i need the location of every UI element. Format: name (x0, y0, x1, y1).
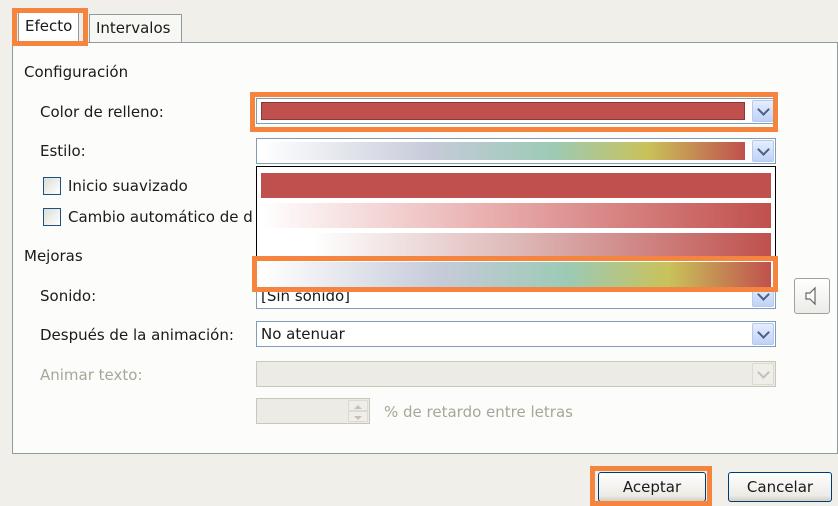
estilo-label: Estilo: (40, 142, 86, 160)
inicio-suavizado-label: Inicio suavizado (68, 177, 188, 195)
tab-intervalos[interactable]: Intervalos (89, 14, 182, 42)
style-option-solid[interactable] (261, 173, 771, 198)
chevron-down-icon (756, 365, 770, 379)
estilo-swatch (261, 142, 745, 160)
despues-animacion-dropdown-button[interactable] (752, 323, 774, 345)
estilo-dropdown-list (256, 166, 776, 290)
mejoras-group-label: Mejoras (24, 247, 91, 265)
animar-texto-combo (256, 361, 776, 387)
tab-efecto-label: Efecto (25, 17, 73, 35)
speaker-icon (805, 286, 816, 306)
chevron-down-icon (756, 142, 770, 156)
style-option-gradient-rainbow[interactable] (261, 262, 771, 287)
spin-up-icon (348, 400, 368, 411)
despues-animacion-value: No atenuar (261, 325, 345, 343)
chevron-down-icon (756, 102, 770, 116)
spin-down-icon (348, 411, 368, 422)
despues-animacion-combo[interactable]: No atenuar (256, 321, 776, 347)
animar-texto-label: Animar texto: (40, 366, 143, 384)
estilo-combo[interactable] (256, 138, 776, 164)
color-relleno-dropdown-button[interactable] (752, 100, 774, 122)
cancelar-button[interactable]: Cancelar (728, 472, 832, 502)
animar-texto-dropdown-button (752, 363, 774, 385)
sound-button[interactable] (794, 278, 830, 314)
cancelar-button-label: Cancelar (746, 478, 814, 496)
style-option-gradient-light[interactable] (261, 203, 771, 228)
retardo-label: % de retardo entre letras (384, 403, 573, 421)
sonido-label: Sonido: (40, 287, 97, 305)
style-option-gradient-white[interactable] (261, 233, 771, 258)
color-relleno-combo[interactable] (256, 98, 776, 124)
aceptar-button-label: Aceptar (622, 478, 682, 496)
tab-efecto[interactable]: Efecto (18, 12, 80, 43)
tab-intervalos-label: Intervalos (96, 19, 171, 37)
cambio-automatico-label: Cambio automático de d (68, 208, 253, 226)
color-relleno-label: Color de relleno: (40, 103, 164, 121)
cambio-automatico-checkbox[interactable] (43, 208, 61, 226)
retardo-spinner (256, 398, 370, 424)
aceptar-button[interactable]: Aceptar (598, 472, 706, 502)
estilo-dropdown-button[interactable] (752, 140, 774, 162)
color-relleno-swatch (261, 102, 745, 120)
configuracion-group-label: Configuración (24, 63, 137, 81)
chevron-down-icon (756, 325, 770, 339)
inicio-suavizado-checkbox[interactable] (43, 177, 61, 195)
despues-animacion-label: Después de la animación: (40, 326, 234, 344)
